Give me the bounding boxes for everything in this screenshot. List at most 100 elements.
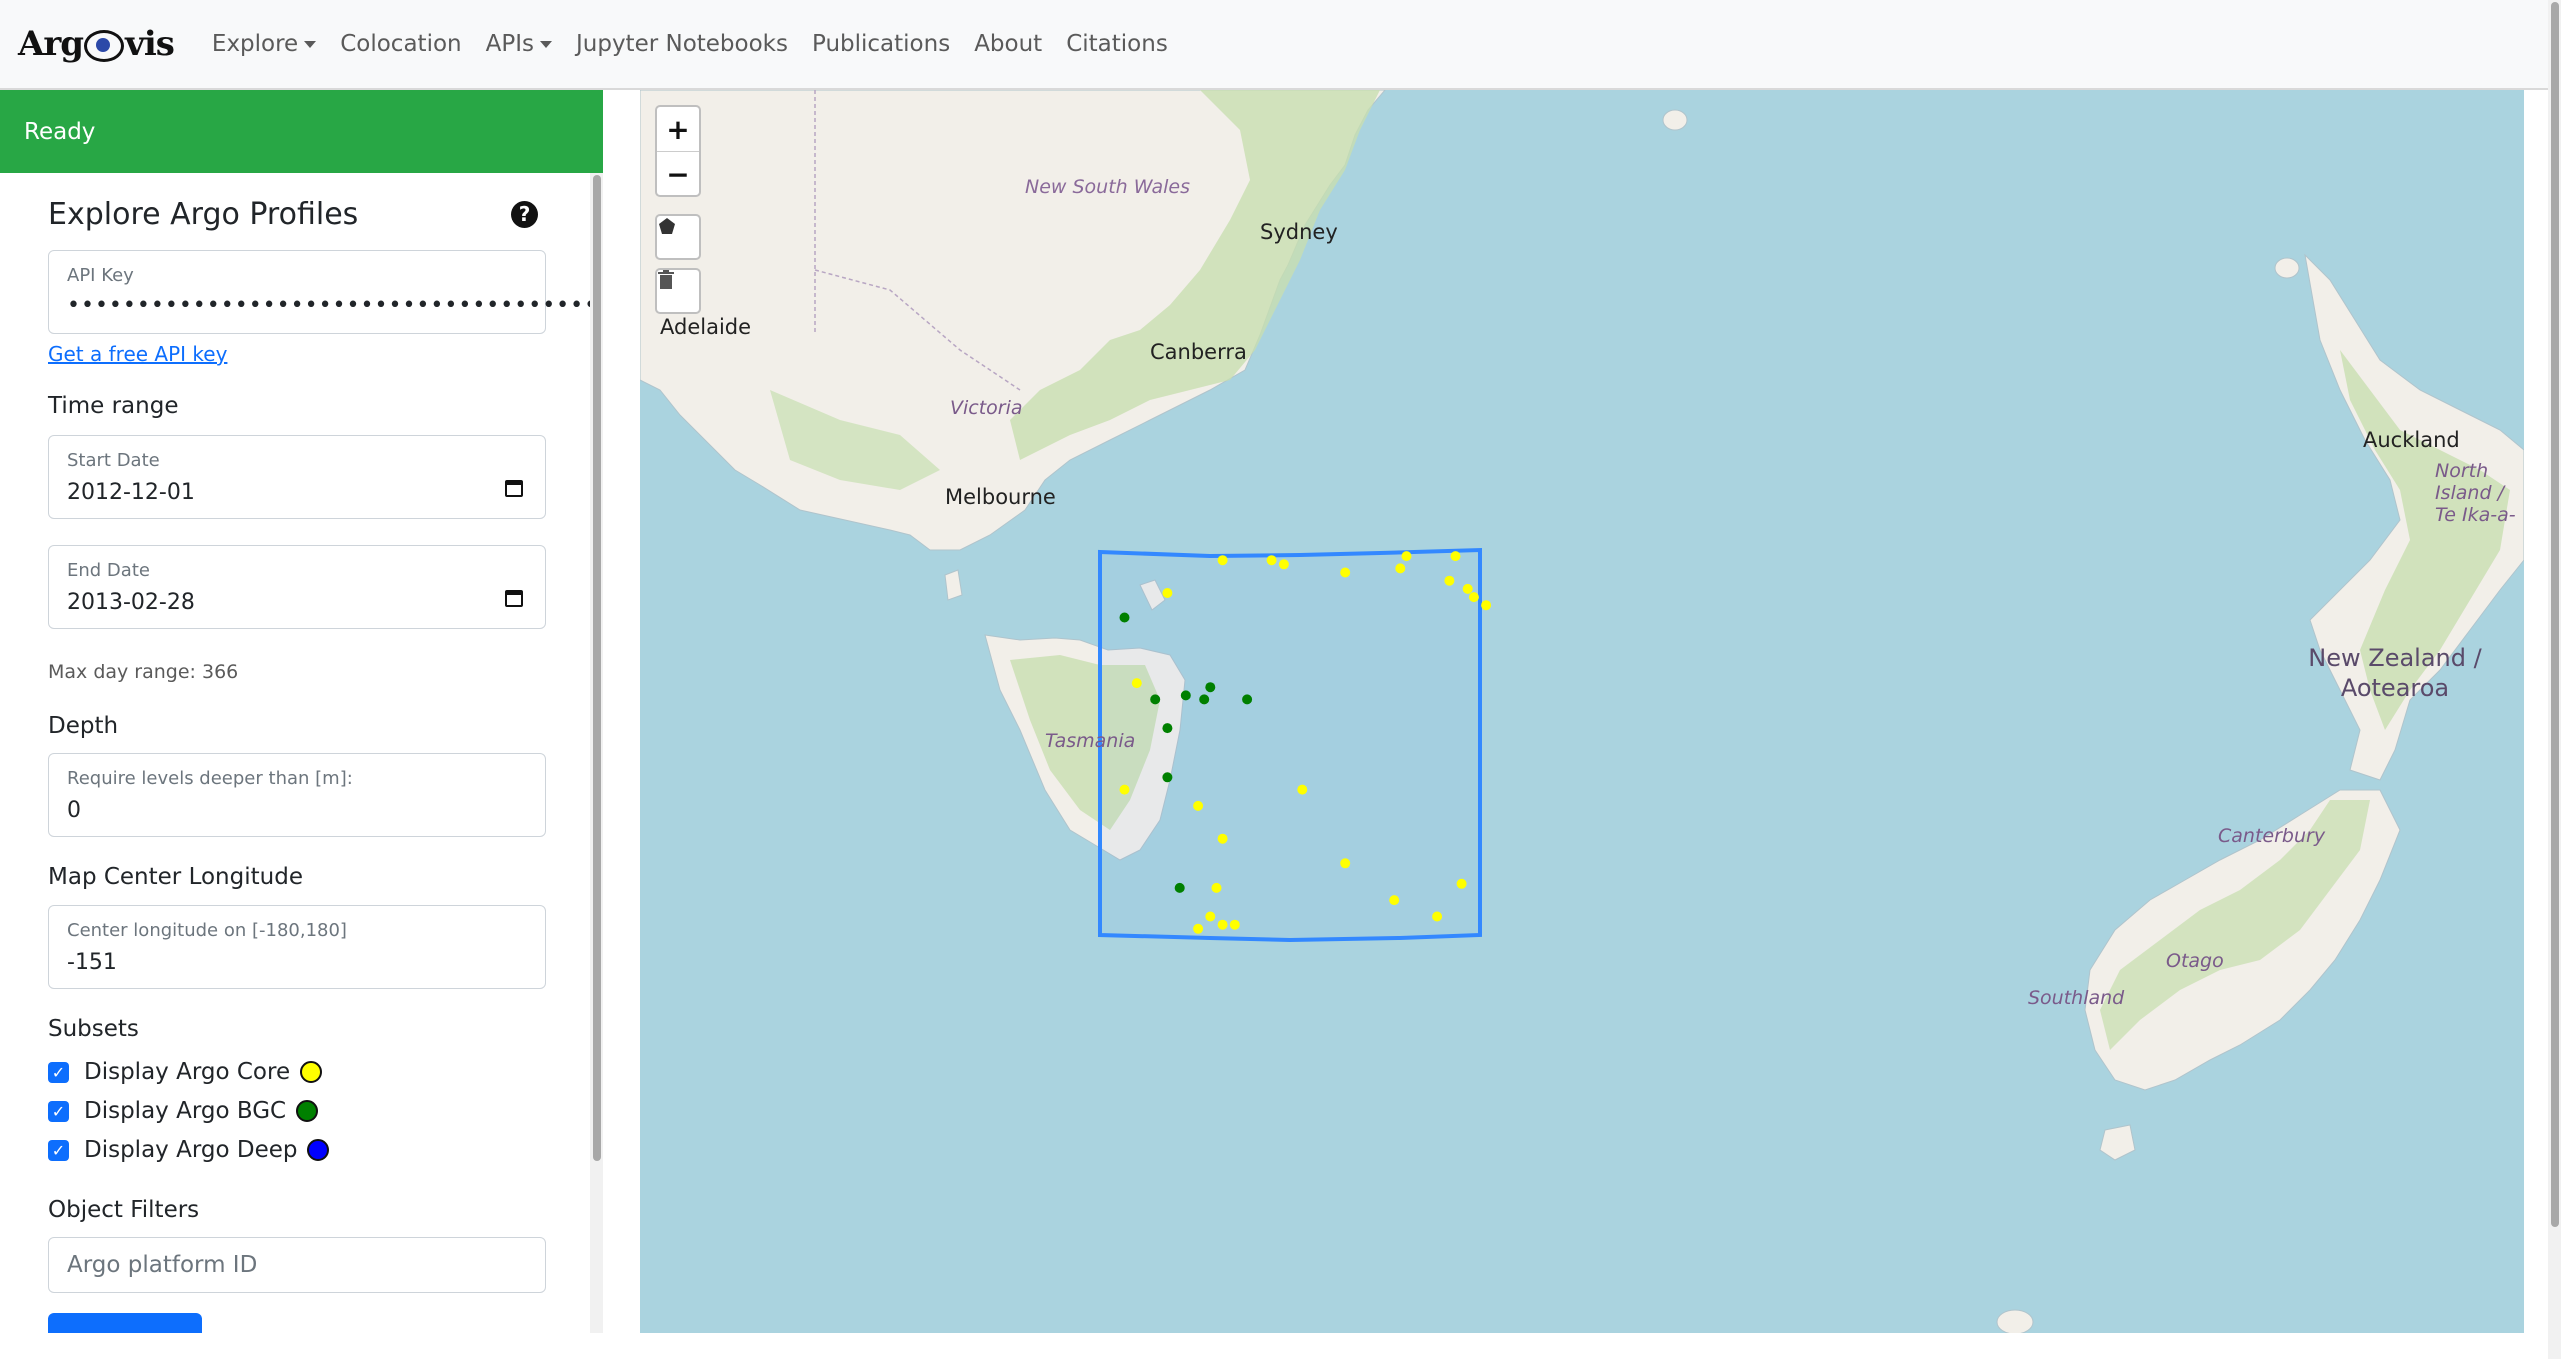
submit-button[interactable] (48, 1313, 202, 1333)
argo-core-profile-marker[interactable] (1217, 555, 1228, 566)
draw-polygon-button[interactable] (655, 214, 701, 260)
end-date-value: 2013-02-28 (67, 590, 195, 615)
brand-logo[interactable]: Arg vis (18, 24, 175, 64)
argo-bgc-profile-marker[interactable] (1162, 772, 1173, 783)
end-date-label: End Date (67, 560, 150, 581)
depth-field[interactable]: Require levels deeper than [m]: 0 (48, 753, 546, 837)
argo-core-profile-marker[interactable] (1401, 551, 1412, 562)
nav-item-colocation[interactable]: Colocation (328, 31, 473, 57)
start-date-label: Start Date (67, 450, 160, 471)
end-date-field[interactable]: End Date 2013-02-28 (48, 545, 546, 629)
caret-down-icon (304, 40, 317, 48)
subset-bgc-row[interactable]: ✓ Display Argo BGC (48, 1096, 319, 1126)
time-range-label: Time range (48, 393, 179, 419)
nav-item-label: Colocation (340, 31, 462, 57)
argo-core-profile-marker[interactable] (1193, 800, 1204, 811)
argo-core-profile-marker[interactable] (1211, 882, 1222, 893)
selection-polygon[interactable] (1098, 547, 1482, 943)
map-label-tasmania: Tasmania (1045, 730, 1136, 752)
max-day-range: Max day range: 366 (48, 661, 239, 683)
argo-bgc-profile-marker[interactable] (1199, 694, 1210, 705)
argo-bgc-profile-marker[interactable] (1162, 723, 1173, 734)
argo-core-profile-marker[interactable] (1432, 911, 1443, 922)
argo-bgc-profile-marker[interactable] (1180, 690, 1191, 701)
argo-bgc-profile-marker[interactable] (1174, 882, 1185, 893)
sidebar-panel: Explore Argo Profiles ? API Key ••••••••… (0, 173, 603, 1333)
api-key-link[interactable]: Get a free API key (48, 342, 227, 366)
argo-core-profile-marker[interactable] (1205, 911, 1216, 922)
page-scrollbar[interactable] (2548, 0, 2561, 1359)
zoom-in-button[interactable]: + (657, 107, 699, 151)
subset-core-row[interactable]: ✓ Display Argo Core (48, 1057, 323, 1087)
subset-deep-label: Display Argo Deep (84, 1137, 298, 1163)
map-view[interactable]: New South Wales Sydney Adelaide Canberra… (640, 90, 2524, 1333)
argo-core-profile-marker[interactable] (1297, 784, 1308, 795)
map-label-new-zealand: New Zealand / Aotearoa (2308, 644, 2482, 702)
argo-bgc-profile-marker[interactable] (1119, 612, 1130, 623)
delete-shape-button[interactable] (655, 268, 701, 314)
checkbox-bgc[interactable]: ✓ (48, 1100, 69, 1122)
argo-core-profile-marker[interactable] (1217, 833, 1228, 844)
argo-core-profile-marker[interactable] (1444, 575, 1455, 586)
object-filters-label: Object Filters (48, 1197, 200, 1223)
depth-label: Depth (48, 713, 119, 739)
map-label-southland: Southland (2028, 987, 2125, 1009)
argo-core-profile-marker[interactable] (1162, 588, 1173, 598)
island (1996, 1309, 2034, 1333)
nav-item-jupyter-notebooks[interactable]: Jupyter Notebooks (564, 31, 800, 57)
nav-item-about[interactable]: About (962, 31, 1054, 57)
argo-core-profile-marker[interactable] (1481, 600, 1492, 611)
map-label-otago: Otago (2166, 950, 2224, 972)
argo-bgc-profile-marker[interactable] (1150, 694, 1161, 705)
checkbox-core[interactable]: ✓ (48, 1061, 69, 1083)
center-longitude-field[interactable]: Center longitude on [-180,180] -151 (48, 905, 546, 989)
argo-core-profile-marker[interactable] (1131, 678, 1142, 689)
argo-core-profile-marker[interactable] (1193, 923, 1204, 934)
argo-core-profile-marker[interactable] (1340, 567, 1351, 578)
argo-core-profile-marker[interactable] (1266, 555, 1277, 566)
map-label-north-island: North Island / Te Ika-a-Māui (2435, 460, 2516, 526)
stewart-island (2099, 1124, 2136, 1161)
nav-item-explore[interactable]: Explore (200, 31, 328, 57)
nav-item-apis[interactable]: APIs (474, 31, 564, 57)
trash-icon (658, 270, 674, 289)
argo-bgc-profile-marker[interactable] (1242, 694, 1253, 705)
subset-deep-row[interactable]: ✓ Display Argo Deep (48, 1135, 330, 1165)
subsets-label: Subsets (48, 1016, 139, 1042)
argo-bgc-profile-marker[interactable] (1205, 682, 1216, 693)
argo-core-profile-marker[interactable] (1340, 858, 1351, 869)
help-icon[interactable]: ? (511, 201, 538, 228)
argo-core-profile-marker[interactable] (1450, 551, 1461, 562)
calendar-icon[interactable] (505, 480, 523, 497)
map-label-canberra: Canberra (1150, 340, 1247, 364)
brand-text-prefix: Arg (18, 24, 84, 64)
nav-item-citations[interactable]: Citations (1054, 31, 1180, 57)
map-label-nsw: New South Wales (1025, 176, 1190, 198)
argo-core-profile-marker[interactable] (1389, 895, 1400, 906)
start-date-field[interactable]: Start Date 2012-12-01 (48, 435, 546, 519)
checkbox-deep[interactable]: ✓ (48, 1139, 69, 1161)
sidebar-scrollbar[interactable] (590, 173, 603, 1333)
api-key-field[interactable]: API Key ••••••••••••••••••••••••••••••••… (48, 250, 603, 334)
argo-core-profile-marker[interactable] (1462, 583, 1473, 594)
argo-core-profile-marker[interactable] (1468, 592, 1479, 603)
nav-item-publications[interactable]: Publications (800, 31, 962, 57)
platform-id-input[interactable]: Argo platform ID (48, 1237, 546, 1293)
depth-value: 0 (67, 798, 81, 823)
map-canvas[interactable] (640, 90, 2524, 1333)
map-label-melbourne: Melbourne (945, 485, 1056, 509)
map-label-adelaide: Adelaide (660, 315, 752, 339)
argo-core-profile-marker[interactable] (1217, 919, 1228, 930)
map-label-sydney: Sydney (1260, 220, 1338, 244)
calendar-icon[interactable] (505, 590, 523, 607)
zoom-control: + − (655, 105, 701, 197)
nav-item-label: Explore (211, 31, 299, 57)
argo-core-profile-marker[interactable] (1229, 919, 1240, 930)
argo-core-profile-marker[interactable] (1119, 784, 1130, 795)
argo-core-profile-marker[interactable] (1456, 878, 1467, 889)
zoom-out-button[interactable]: − (657, 151, 699, 196)
argo-core-profile-marker[interactable] (1278, 559, 1289, 570)
argo-core-profile-marker[interactable] (1395, 563, 1406, 574)
status-banner: Ready (0, 90, 603, 173)
subset-bgc-label: Display Argo BGC (84, 1098, 287, 1124)
